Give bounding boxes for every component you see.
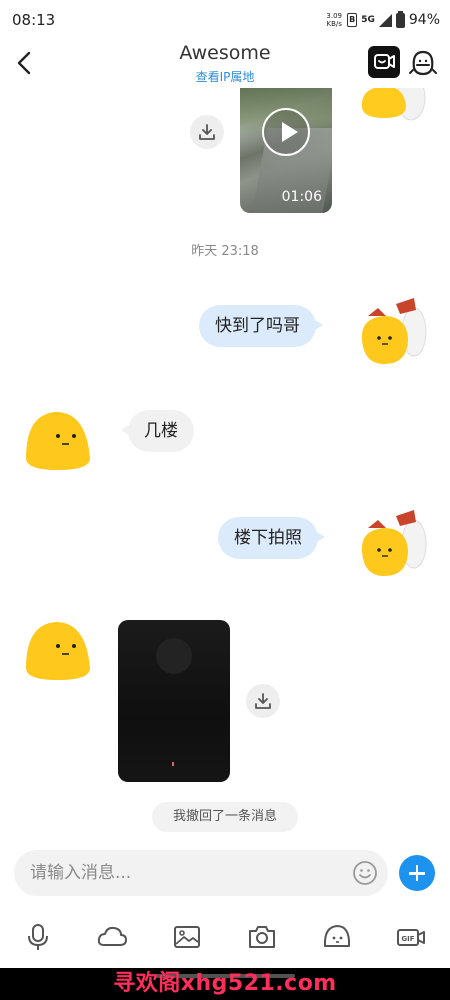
message-bubble-sent[interactable]: 快到了吗哥 (199, 305, 323, 347)
message-list[interactable]: 01:06 昨天 23:18 快到了吗哥 几楼 楼下拍照 我撤回了一条消息 (0, 88, 450, 844)
profile-button[interactable] (406, 46, 440, 80)
download-icon (255, 693, 271, 709)
message-bubble-sent[interactable]: 楼下拍照 (218, 517, 325, 559)
battery-icon (395, 10, 405, 28)
video-call-icon (374, 54, 395, 69)
signal-icon (378, 13, 392, 27)
video-message[interactable]: 01:06 (240, 88, 332, 213)
my-avatar[interactable] (356, 88, 426, 136)
message-timestamp: 昨天 23:18 (191, 244, 259, 259)
emoji-icon[interactable] (352, 860, 378, 886)
svg-text:GIF: GIF (401, 935, 414, 943)
download-button[interactable] (246, 684, 280, 718)
my-avatar[interactable] (358, 294, 428, 364)
gif-icon[interactable]: GIF (396, 922, 426, 952)
video-message[interactable] (118, 620, 230, 782)
download-icon (199, 124, 215, 140)
contact-avatar[interactable] (24, 618, 94, 688)
contact-avatar[interactable] (24, 408, 94, 478)
input-bar (0, 844, 450, 904)
microphone-icon[interactable] (23, 922, 53, 952)
cloud-icon[interactable] (97, 922, 127, 952)
watermark-text: 寻欢阁xhg521.com (113, 971, 337, 996)
sim-icon: B (347, 13, 358, 27)
profile-icon (409, 50, 437, 76)
network-speed-unit: KB/s (326, 20, 342, 28)
video-preview-detail (172, 762, 174, 766)
status-indicators: 3.09 KB/s B 5G 94% (325, 10, 440, 30)
sticker-icon[interactable] (322, 922, 352, 952)
play-icon[interactable] (262, 108, 310, 156)
plus-button[interactable] (399, 855, 435, 891)
recall-notice: 我撤回了一条消息 (152, 802, 298, 832)
input-toolbar: GIF (0, 908, 450, 968)
network-type: 5G (361, 15, 375, 25)
video-duration: 01:06 (281, 189, 322, 205)
image-icon[interactable] (172, 922, 202, 952)
video-call-button[interactable] (368, 46, 400, 78)
status-bar: 08:13 3.09 KB/s B 5G 94% (0, 0, 450, 40)
message-input[interactable] (14, 850, 388, 896)
camera-icon[interactable] (247, 922, 277, 952)
download-button[interactable] (190, 115, 224, 149)
network-speed: 3.09 KB/s (325, 12, 343, 28)
message-bubble-received[interactable]: 几楼 (121, 410, 194, 452)
video-preview-image (156, 638, 192, 674)
status-time: 08:13 (12, 11, 56, 29)
bottom-strip: 寻欢阁xhg521.com (0, 968, 450, 1000)
chat-header: Awesome 查看IP属地 (0, 40, 450, 88)
network-speed-value: 3.09 (326, 12, 343, 20)
battery-percent: 94% (408, 12, 440, 28)
my-avatar[interactable] (358, 506, 428, 576)
